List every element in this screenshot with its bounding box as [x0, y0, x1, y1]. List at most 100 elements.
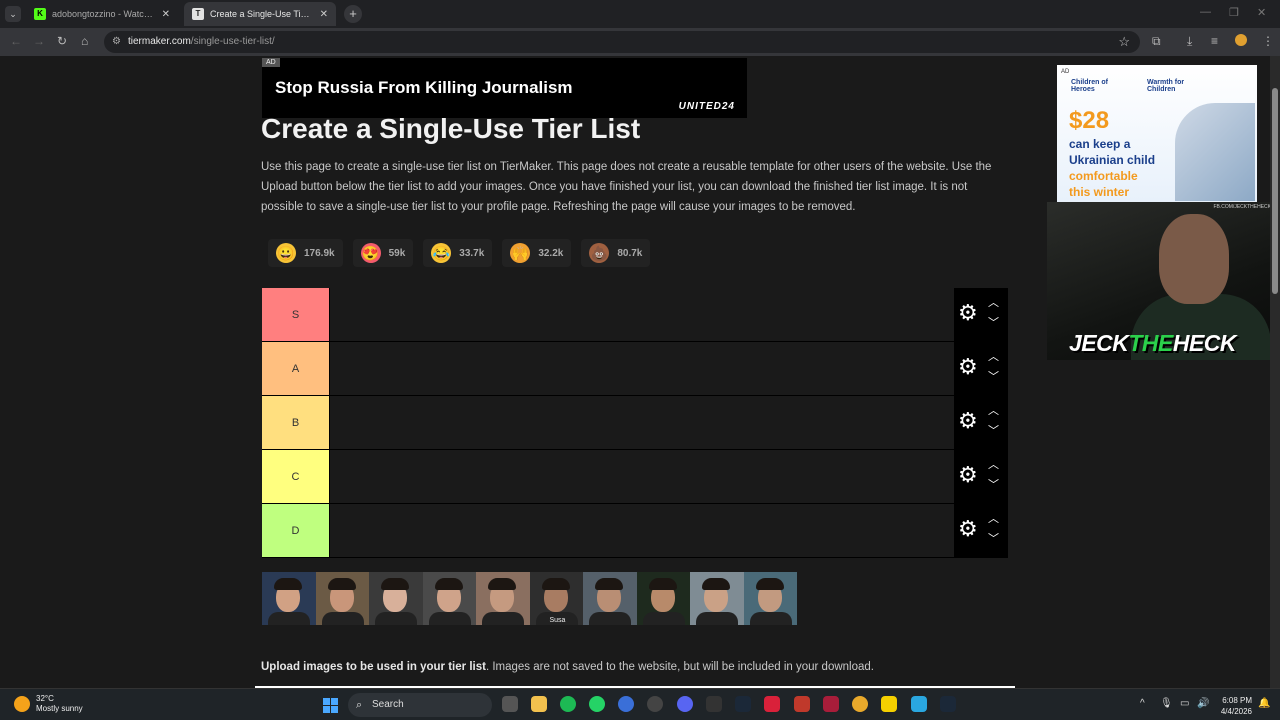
tier-drop-zone[interactable] [330, 342, 954, 395]
move-tier-down-icon[interactable]: ﹀ [988, 480, 999, 491]
file-explorer-icon[interactable] [531, 696, 547, 712]
pool-image[interactable] [262, 572, 316, 625]
downloads-icon[interactable]: ⤓ [1187, 34, 1192, 49]
reaction-button[interactable]: 😂 33.7k [423, 239, 493, 267]
move-tier-down-icon[interactable]: ﹀ [988, 534, 999, 545]
steam-icon[interactable] [735, 696, 751, 712]
telegram-icon[interactable] [911, 696, 927, 712]
tier-drop-zone[interactable] [330, 450, 954, 503]
reaction-button[interactable]: 😀 176.9k [268, 239, 343, 267]
tier-drop-zone[interactable] [330, 288, 954, 341]
top-ad-banner[interactable]: AD Stop Russia From Killing Journalism U… [262, 58, 747, 118]
tab-search-menu-button[interactable]: ⌄ [5, 6, 21, 22]
pool-image[interactable] [690, 572, 744, 625]
move-tier-up-icon[interactable]: ︿ [988, 406, 999, 417]
network-icon[interactable]: ▭ [1180, 698, 1189, 709]
move-tier-up-icon[interactable]: ︿ [988, 514, 999, 525]
reaction-count: 176.9k [304, 247, 335, 259]
tier-label[interactable]: A [262, 342, 329, 395]
tier-label[interactable]: S [262, 288, 329, 341]
weather-widget[interactable]: 32°C Mostly sunny [14, 694, 83, 714]
taskbar-search[interactable]: ⌕ Search [348, 693, 492, 717]
profile-avatar[interactable] [1235, 34, 1247, 46]
windows-start-icon[interactable] [323, 698, 338, 713]
pool-image[interactable] [369, 572, 423, 625]
close-window-icon[interactable]: ✕ [1257, 6, 1266, 19]
new-tab-button[interactable]: + [344, 5, 362, 23]
minimize-icon[interactable]: — [1200, 6, 1211, 18]
url-text[interactable]: tiermaker.com/single-use-tier-list/ [128, 36, 275, 47]
pool-image[interactable] [422, 572, 476, 625]
pool-image[interactable] [636, 572, 690, 625]
tier-label[interactable]: C [262, 450, 329, 503]
chrome-icon[interactable] [852, 696, 868, 712]
epic-games-icon[interactable] [706, 696, 722, 712]
scrollbar-thumb[interactable] [1272, 88, 1278, 294]
image-caption: Susa [549, 617, 566, 624]
whatsapp-icon[interactable] [589, 696, 605, 712]
back-icon[interactable]: ← [10, 34, 22, 48]
tray-overflow-icon[interactable]: ^ [1140, 698, 1145, 709]
tier-settings-gear-icon[interactable]: ⚙ [958, 410, 978, 432]
pool-image[interactable] [315, 572, 369, 625]
reload-icon[interactable]: ↻ [57, 34, 67, 48]
system-clock[interactable]: 6:08 PM 4/4/2026 [1216, 695, 1252, 717]
app-icon[interactable] [618, 696, 634, 712]
close-tab-icon[interactable]: ✕ [162, 9, 170, 20]
move-tier-up-icon[interactable]: ︿ [988, 460, 999, 471]
portrait-hair [434, 578, 463, 590]
app-icon[interactable] [647, 696, 663, 712]
spotify-icon[interactable] [560, 696, 576, 712]
pool-image[interactable] [476, 572, 530, 625]
reaction-button[interactable]: 💩 80.7k [581, 239, 651, 267]
forward-icon[interactable]: → [33, 34, 45, 48]
extensions-icon[interactable]: ⧉ [1152, 34, 1161, 49]
browser-tab-active[interactable]: T Create a Single-Use Tier List (F ✕ [184, 2, 336, 26]
site-info-icon[interactable]: ⚙ [112, 36, 121, 47]
portrait-body [428, 612, 471, 625]
tier-drop-zone[interactable] [330, 504, 954, 557]
restore-icon[interactable]: ❐ [1229, 6, 1239, 19]
volume-icon[interactable]: 🔊 [1197, 698, 1209, 709]
reaction-button[interactable]: 🙌 32.2k [502, 239, 572, 267]
browser-tab[interactable]: K adobongtozzino - Watch the V ✕ [26, 2, 178, 26]
tier-settings-gear-icon[interactable]: ⚙ [958, 464, 978, 486]
side-ad[interactable]: AD Children of Heroes Warmth for Childre… [1057, 65, 1257, 202]
move-tier-down-icon[interactable]: ﹀ [988, 318, 999, 329]
tier-controls: ⚙ ︿ ﹀ [954, 450, 1008, 503]
home-icon[interactable]: ⌂ [81, 34, 88, 48]
sticky-notes-icon[interactable] [881, 696, 897, 712]
app-icon[interactable] [764, 696, 780, 712]
page-scrollbar[interactable] [1270, 56, 1280, 688]
move-tier-up-icon[interactable]: ︿ [988, 352, 999, 363]
address-bar[interactable]: ⚙ tiermaker.com/single-use-tier-list/ ☆ [104, 31, 1140, 53]
tier-settings-gear-icon[interactable]: ⚙ [958, 518, 978, 540]
page-viewport: AD Stop Russia From Killing Journalism U… [0, 56, 1280, 688]
tier-label[interactable]: D [262, 504, 329, 557]
app-icon[interactable] [794, 696, 810, 712]
steam-icon[interactable] [940, 696, 956, 712]
reading-list-icon[interactable]: ≡ [1211, 34, 1218, 48]
move-tier-up-icon[interactable]: ︿ [988, 298, 999, 309]
microphone-icon[interactable]: 🎙 [1160, 698, 1173, 709]
task-view-icon[interactable] [502, 696, 518, 712]
tier-label[interactable]: B [262, 396, 329, 449]
tier-settings-gear-icon[interactable]: ⚙ [958, 356, 978, 378]
pool-image[interactable]: Susa [529, 572, 583, 625]
discord-icon[interactable] [677, 696, 693, 712]
move-tier-down-icon[interactable]: ﹀ [988, 372, 999, 383]
pool-image[interactable] [743, 572, 797, 625]
menu-kebab-icon[interactable]: ⋮ [1262, 34, 1274, 48]
bookmark-star-icon[interactable]: ☆ [1118, 34, 1130, 50]
tier-drop-zone[interactable] [330, 396, 954, 449]
pool-image[interactable] [583, 572, 637, 625]
tier-settings-gear-icon[interactable]: ⚙ [958, 302, 978, 324]
portrait-body [642, 612, 685, 625]
app-icon[interactable] [823, 696, 839, 712]
notifications-icon[interactable]: 🔔 [1258, 698, 1270, 709]
reaction-button[interactable]: 😍 59k [352, 239, 414, 267]
close-tab-icon[interactable]: ✕ [320, 9, 328, 20]
move-tier-down-icon[interactable]: ﹀ [988, 426, 999, 437]
tab-title: adobongtozzino - Watch the V [52, 9, 156, 19]
heart-eyes-emoji-icon: 😍 [360, 243, 381, 263]
